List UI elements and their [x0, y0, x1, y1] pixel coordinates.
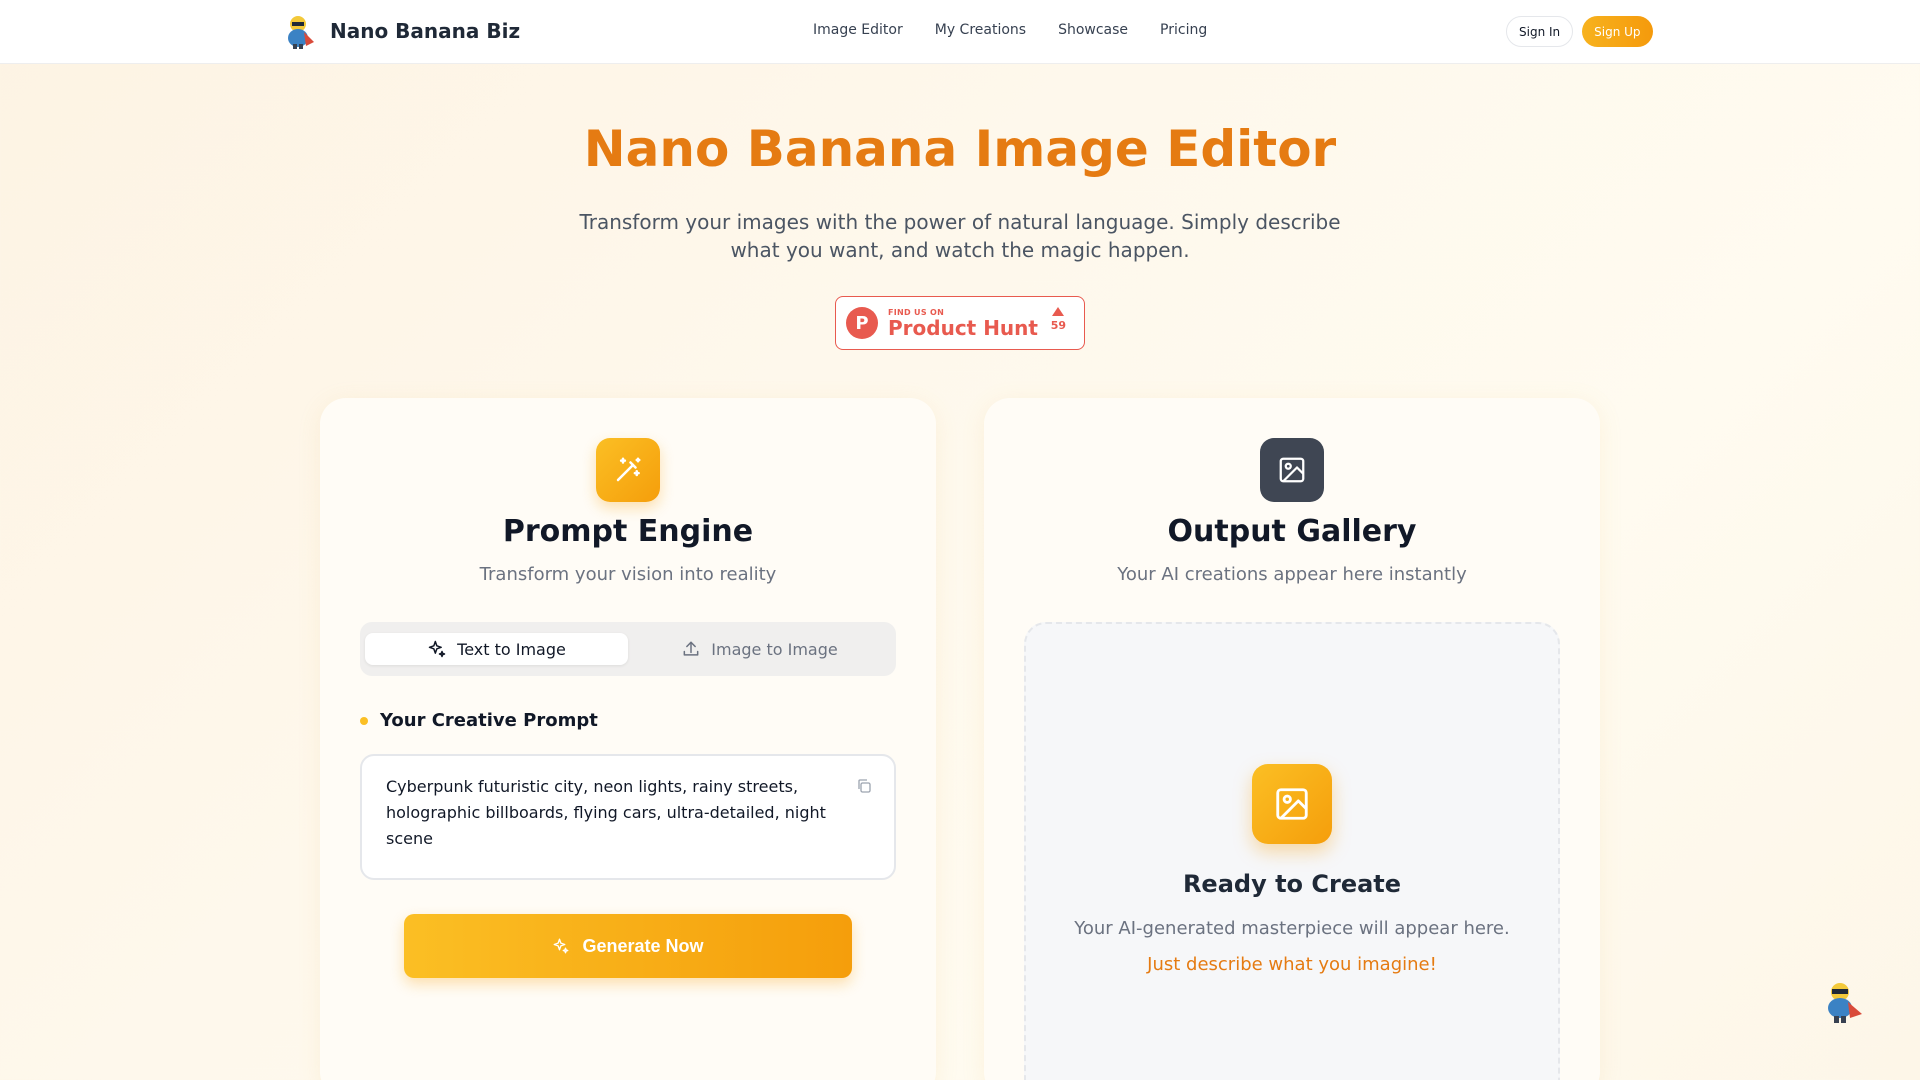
generate-button-label: Generate Now: [582, 935, 704, 956]
empty-state-text: Your AI-generated masterpiece will appea…: [1074, 918, 1510, 939]
sparkles-icon: [554, 938, 569, 954]
generate-button[interactable]: Generate Now: [404, 914, 852, 978]
page-subtitle: Transform your images with the power of …: [579, 210, 1341, 262]
nav-image-editor[interactable]: Image Editor: [813, 22, 903, 38]
gallery-empty-state: Ready to Create Your AI-generated master…: [1024, 622, 1560, 1080]
sign-in-button[interactable]: Sign In: [1506, 16, 1574, 47]
prompt-label: Your Creative Prompt: [360, 710, 598, 731]
upload-icon: [683, 641, 699, 656]
product-hunt-name: Product Hunt: [888, 315, 1038, 340]
page-title: Nano Banana Image Editor: [583, 120, 1337, 178]
nav-my-creations[interactable]: My Creations: [935, 22, 1026, 38]
product-hunt-logo-icon: P: [846, 307, 878, 339]
tab-text-to-image[interactable]: Text to Image: [365, 633, 628, 665]
vote-count: 59: [1050, 319, 1066, 332]
tab-image-to-image[interactable]: Image to Image: [628, 633, 891, 665]
copy-icon[interactable]: [856, 778, 872, 794]
empty-state-cta: Just describe what you imagine!: [1147, 954, 1437, 975]
prompt-value: Cyberpunk futuristic city, neon lights, …: [386, 777, 826, 848]
output-gallery-subtitle: Your AI creations appear here instantly: [1117, 564, 1467, 585]
prompt-textarea[interactable]: Cyberpunk futuristic city, neon lights, …: [360, 754, 896, 880]
prompt-engine-subtitle: Transform your vision into reality: [479, 564, 777, 585]
floating-mascot-icon[interactable]: [1818, 976, 1868, 1026]
sparkles-icon: [428, 640, 446, 658]
brand-name: Nano Banana Biz: [330, 19, 521, 43]
prompt-engine-card: Prompt Engine Transform your vision into…: [320, 398, 936, 1080]
main-nav: Image Editor My Creations Showcase Prici…: [813, 22, 1207, 38]
mode-tabs: Text to Image Image to Image: [360, 622, 896, 676]
brand[interactable]: Nano Banana Biz: [284, 12, 520, 50]
empty-state-title: Ready to Create: [1182, 870, 1402, 898]
bullet-dot-icon: [360, 716, 368, 725]
magic-wand-icon: [596, 438, 660, 502]
nav-pricing[interactable]: Pricing: [1160, 22, 1207, 38]
mascot-logo-icon: [288, 16, 314, 49]
top-navbar: Nano Banana Biz Image Editor My Creation…: [0, 0, 1920, 64]
image-icon: [1260, 438, 1324, 502]
product-hunt-votes: 59: [1051, 307, 1066, 332]
output-gallery-card: Output Gallery Your AI creations appear …: [984, 398, 1600, 1080]
nav-showcase[interactable]: Showcase: [1058, 22, 1128, 38]
product-hunt-badge[interactable]: P FIND US ON Product Hunt 59: [835, 296, 1085, 350]
product-hunt-text: FIND US ON Product Hunt: [888, 308, 1038, 339]
prompt-engine-title: Prompt Engine: [502, 514, 754, 549]
image-placeholder-icon: [1252, 764, 1332, 844]
auth-buttons: Sign In Sign Up: [1506, 16, 1653, 47]
sign-up-button[interactable]: Sign Up: [1582, 16, 1653, 47]
tab-image-to-image-label: Image to Image: [711, 639, 838, 659]
tab-text-to-image-label: Text to Image: [457, 639, 566, 659]
upvote-arrow-icon: [1052, 307, 1065, 316]
prompt-label-text: Your Creative Prompt: [380, 710, 598, 731]
output-gallery-title: Output Gallery: [1167, 514, 1417, 549]
